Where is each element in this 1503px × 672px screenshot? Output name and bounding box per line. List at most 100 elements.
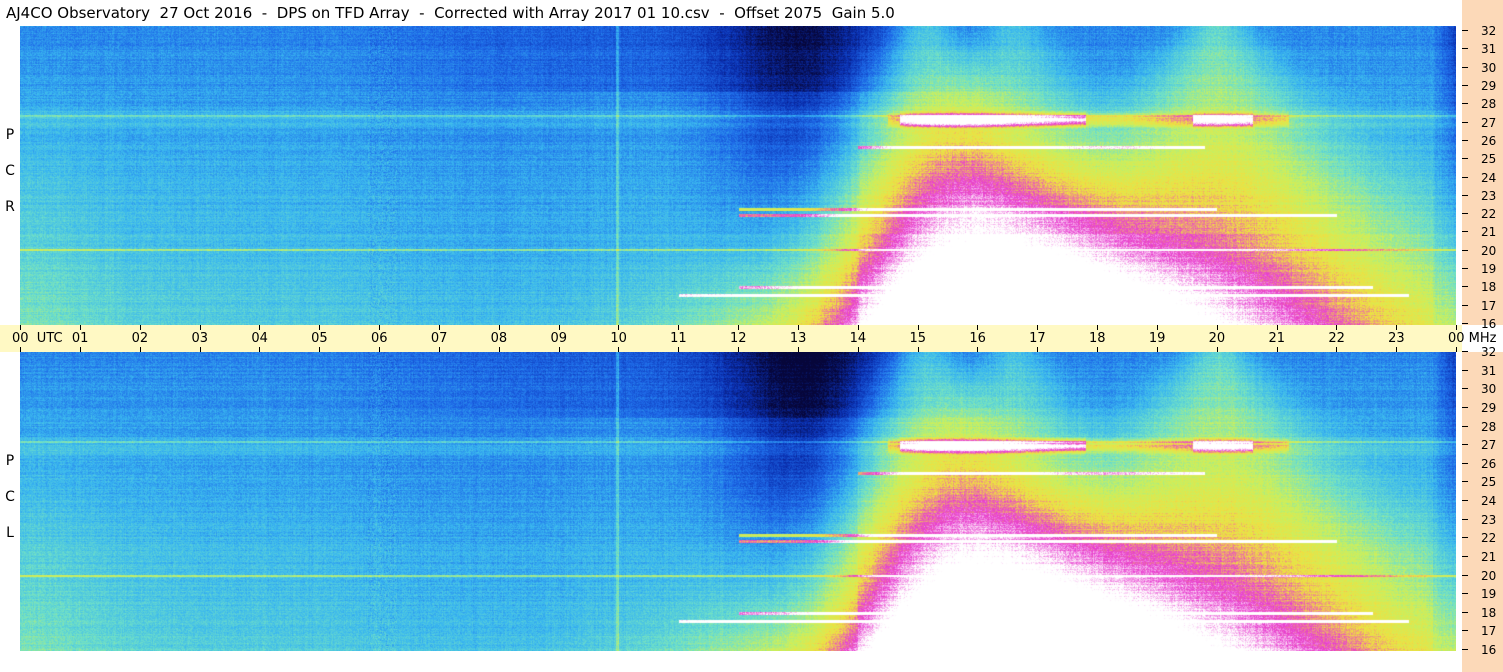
time-label-15: 15 [909,331,927,346]
freq-tick-mark [1462,518,1468,520]
freq-tick-mark [1462,500,1468,501]
freq-tick-label: 25 [1481,152,1497,167]
time-tick-top [439,325,440,330]
freq-tick-31: 31 [1462,363,1503,379]
freq-tick-17: 17 [1462,623,1503,639]
lcp-label: P C L [2,452,18,560]
time-label-8: 08 [490,331,508,346]
time-tick-top [678,325,679,330]
time-label-21: 21 [1268,331,1286,346]
freq-tick-mark [1462,121,1468,123]
time-label-0: 00 UTC [12,331,63,346]
time-tick-top [1456,325,1457,330]
freq-tick-label: 25 [1481,475,1497,490]
time-tick-top [20,325,21,330]
freq-tick-18: 18 [1462,279,1503,295]
freq-tick-mark [1462,462,1468,464]
time-tick-top [259,325,260,330]
time-label-13: 13 [789,331,807,346]
freq-tick-label: 29 [1481,78,1497,93]
freq-tick-mark [1462,323,1468,324]
freq-tick-31: 31 [1462,41,1503,57]
time-tick-top [1037,325,1038,330]
freq-tick-label: 20 [1481,568,1497,583]
lcp-letter-l: L [6,525,14,541]
time-tick-top [977,325,978,330]
freq-tick-label: 24 [1481,170,1497,185]
freq-tick-mark [1462,139,1468,141]
rcp-letter-r: R [5,199,15,215]
time-tick-top [1217,325,1218,330]
time-tick-top [858,325,859,330]
time-tick-top [80,325,81,330]
freq-tick-label: 26 [1481,456,1497,471]
time-label-11: 11 [670,331,687,346]
freq-tick-16: 16 [1462,316,1503,332]
freq-tick-label: 31 [1481,42,1497,57]
freq-tick-mark [1462,48,1468,50]
freq-tick-label: 21 [1481,549,1497,564]
freq-tick-label: 24 [1481,494,1497,508]
time-tick-top [379,325,380,330]
freq-tick-mark [1462,213,1468,215]
freq-tick-mark [1462,158,1468,160]
time-label-20: 20 [1208,331,1226,346]
time-axis: 00 UTC 01 02 03 04 05 06 07 08 09 10 11 12 13 14 15 16 17… [0,325,1497,352]
freq-tick-label: 28 [1481,97,1497,112]
time-label-19: 19 [1148,331,1166,346]
freq-tick-label: 19 [1481,262,1497,277]
freq-tick-32: 32 [1462,344,1503,360]
time-tick-top [798,325,799,330]
freq-tick-label: 32 [1481,24,1497,38]
freq-tick-29: 29 [1462,78,1503,94]
freq-tick-18: 18 [1462,605,1503,621]
freq-tick-mark [1462,304,1468,306]
freq-tick-label: 23 [1481,512,1497,527]
freq-tick-23: 23 [1462,188,1503,204]
time-tick-top [1097,325,1098,330]
time-label-9: 09 [550,331,568,346]
freq-tick-mark [1462,249,1468,251]
time-label-10: 10 [610,331,627,346]
freq-tick-21: 21 [1462,224,1503,240]
freq-tick-label: 18 [1481,605,1497,620]
freq-tick-19: 19 [1462,586,1503,602]
freq-tick-28: 28 [1462,419,1503,435]
time-tick-top [1277,325,1278,330]
rcp-spectrogram [20,26,1456,325]
rcp-spectrogram-canvas [20,26,1456,325]
freq-tick-mark [1462,649,1468,650]
freq-tick-17: 17 [1462,298,1503,314]
freq-tick-label: 27 [1481,115,1497,130]
lcp-letter-p: P [5,453,15,469]
time-tick-top [200,325,201,330]
time-tick-top [499,325,500,330]
freq-tick-30: 30 [1462,381,1503,397]
freq-tick-label: 22 [1481,207,1497,222]
freq-tick-label: 21 [1481,225,1497,240]
freq-tick-mark [1462,630,1468,632]
time-label-12: 12 [730,331,747,346]
time-tick-top [738,325,739,330]
freq-tick-29: 29 [1462,400,1503,416]
chart-title: AJ4CO Observatory 27 Oct 2016 - DPS on T… [0,0,1462,26]
freq-tick-24: 24 [1462,170,1503,186]
freq-tick-mark [1462,406,1468,408]
freq-tick-mark [1462,611,1468,613]
time-tick-top [1336,325,1337,330]
freq-tick-27: 27 [1462,115,1503,131]
freq-tick-mark [1462,593,1468,595]
freq-tick-label: 31 [1481,363,1497,378]
freq-tick-label: 32 [1481,345,1497,359]
freq-tick-mark [1462,369,1468,371]
freq-tick-mark [1462,537,1468,539]
freq-tick-30: 30 [1462,60,1503,76]
time-tick-top [1157,325,1158,330]
freq-tick-19: 19 [1462,261,1503,277]
lcp-letter-c: C [5,489,15,505]
time-tick-top [140,325,141,330]
time-label-6: 06 [371,331,388,346]
freq-tick-label: 19 [1481,587,1497,602]
freq-tick-label: 22 [1481,531,1497,546]
freq-tick-mark [1462,176,1468,178]
